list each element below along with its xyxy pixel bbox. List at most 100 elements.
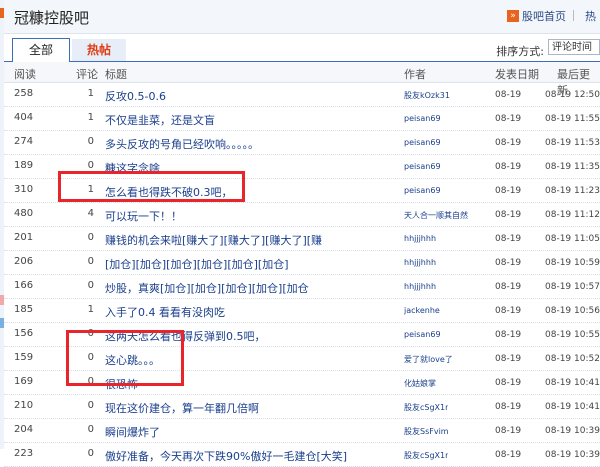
post-date: 08-19	[495, 258, 522, 268]
post-date: 08-19	[495, 210, 522, 220]
reply-count: 0	[87, 424, 94, 435]
author-link[interactable]: peisan69	[404, 114, 441, 123]
author-link[interactable]: peisan69	[404, 186, 441, 195]
table-row: 404 1 不仅是韭菜，还是文盲 peisan69 08-19 08-19 11:55	[4, 107, 600, 131]
forum-title: 冠糠控股吧	[14, 9, 90, 27]
post-date: 08-19	[495, 186, 522, 196]
reply-count-read: 159	[14, 352, 34, 363]
forum-header: 冠糠控股吧 » 股吧首页 热	[4, 0, 600, 34]
post-date: 08-19	[495, 138, 522, 148]
last-update-time: 08-19 10:52	[545, 354, 600, 364]
table-row: 166 0 炒股，真爽[加仓][加仓][加仓][加仓][加仓 hhjjjhhh 08-1…	[4, 275, 600, 299]
author-link[interactable]: 天人合一顺其自然	[404, 210, 468, 221]
author-link[interactable]: hhjjjhhh	[404, 282, 436, 291]
post-title-link[interactable]: 入手了0.4 看看有没肉吃	[105, 304, 225, 320]
author-link[interactable]: 股友cSgX1r	[404, 450, 448, 461]
reply-count-read: 404	[14, 112, 34, 123]
author-link[interactable]: hhjjjhhh	[404, 258, 436, 267]
post-date: 08-19	[495, 426, 522, 436]
last-update-time: 08-19 11:23	[545, 186, 600, 196]
post-date: 08-19	[495, 162, 522, 172]
last-update-time: 08-19 11:55	[545, 114, 600, 124]
reply-count: 0	[87, 136, 94, 147]
post-title-link[interactable]: 瞬间爆炸了	[105, 424, 160, 440]
author-link[interactable]: peisan69	[404, 138, 441, 147]
last-update-time: 08-19 10:39	[545, 426, 600, 436]
last-update-time: 08-19 10:39	[545, 450, 600, 460]
sort-select[interactable]: 评论时间	[548, 39, 600, 55]
post-date: 08-19	[495, 450, 522, 460]
reply-count: 0	[87, 256, 94, 267]
post-date: 08-19	[495, 282, 522, 292]
table-row: 223 0 傲好准备，今天再次下跌90%傲好一毛建仓[大笑] 股友cSgX1r 08-1…	[4, 443, 600, 467]
table-row: 274 0 多头反攻的号角已经吹响。。。。。 peisan69 08-19 08-19 1…	[4, 131, 600, 155]
column-header-title: 标题	[105, 68, 127, 81]
reply-count-read: 185	[14, 304, 34, 315]
post-list: 258 1 反攻0.5-0.6 股友kOzk31 08-19 08-19 12:50 404…	[4, 83, 600, 467]
post-date: 08-19	[495, 330, 522, 340]
reply-count-read: 189	[14, 160, 34, 171]
column-header-date: 发表日期	[495, 68, 539, 81]
author-link[interactable]: 股友cSgX1r	[404, 402, 448, 413]
forum-home-link[interactable]: » 股吧首页	[507, 8, 566, 24]
author-link[interactable]: hhjjjhhh	[404, 234, 436, 243]
reply-count: 1	[87, 304, 94, 315]
post-title-link[interactable]: 现在这价建仓，算一年翻几倍啊	[105, 400, 259, 416]
reply-count-read: 169	[14, 376, 34, 387]
home-arrow-icon: »	[507, 10, 519, 22]
post-title-link[interactable]: 可以玩一下！！	[105, 208, 182, 224]
tab-hot-posts[interactable]: 热帖	[72, 39, 126, 61]
last-update-time: 08-19 12:50	[545, 90, 600, 100]
last-update-time: 08-19 11:35	[545, 162, 600, 172]
reply-count: 0	[87, 232, 94, 243]
header-hot-link[interactable]: 热	[585, 8, 596, 24]
post-title-link[interactable]: 傲好准备，今天再次下跌90%傲好一毛建仓[大笑]	[105, 448, 347, 464]
author-link[interactable]: 股友SsFvim	[404, 426, 449, 437]
post-title-link[interactable]: [加仓][加仓][加仓][加仓][加仓][加仓]	[105, 256, 289, 272]
reply-count-read: 258	[14, 88, 34, 99]
sort-label: 排序方式:	[496, 45, 544, 58]
highlight-box	[66, 330, 184, 386]
column-header-read: 阅读	[14, 68, 36, 81]
reply-count: 0	[87, 448, 94, 459]
last-update-time: 08-19 11:05	[545, 234, 600, 244]
post-title-link[interactable]: 赚钱的机会来啦[赚大了][赚大了][赚大了][赚	[105, 232, 322, 248]
post-title-link[interactable]: 炒股，真爽[加仓][加仓][加仓][加仓][加仓	[105, 280, 309, 296]
author-link[interactable]: 爱了就love了	[404, 354, 453, 365]
author-link[interactable]: 化姑娘掌	[404, 378, 436, 389]
post-date: 08-19	[495, 234, 522, 244]
reply-count-read: 223	[14, 448, 34, 459]
column-header-reply: 评论	[76, 68, 98, 81]
reply-count-read: 210	[14, 400, 34, 411]
reply-count-read: 310	[14, 184, 34, 195]
reply-count: 1	[87, 112, 94, 123]
column-header-author: 作者	[404, 68, 426, 81]
tab-bar: 全部 热帖 排序方式: 评论时间	[4, 34, 600, 63]
author-link[interactable]: peisan69	[404, 162, 441, 171]
last-update-time: 08-19 11:53	[545, 138, 600, 148]
post-title-link[interactable]: 多头反攻的号角已经吹响。。。。。	[105, 136, 259, 152]
reply-count-read: 201	[14, 232, 34, 243]
reply-count: 0	[87, 280, 94, 291]
divider	[573, 10, 574, 21]
last-update-time: 08-19 10:41	[545, 378, 600, 388]
table-row: 480 4 可以玩一下！！ 天人合一顺其自然 08-19 08-19 11:12	[4, 203, 600, 227]
reply-count-read: 204	[14, 424, 34, 435]
reply-count-read: 206	[14, 256, 34, 267]
table-row: 210 0 现在这价建仓，算一年翻几倍啊 股友cSgX1r 08-19 08-19 10:…	[4, 395, 600, 419]
tab-all[interactable]: 全部	[12, 38, 70, 63]
post-title-link[interactable]: 反攻0.5-0.6	[105, 88, 166, 104]
author-link[interactable]: jackenhe	[404, 306, 440, 315]
table-row: 206 0 [加仓][加仓][加仓][加仓][加仓][加仓] hhjjjhhh 08-1…	[4, 251, 600, 275]
reply-count-read: 274	[14, 136, 34, 147]
author-link[interactable]: 股友kOzk31	[404, 90, 450, 101]
post-title-link[interactable]: 不仅是韭菜，还是文盲	[105, 112, 215, 128]
post-date: 08-19	[495, 114, 522, 124]
post-date: 08-19	[495, 378, 522, 388]
post-date: 08-19	[495, 306, 522, 316]
author-link[interactable]: peisan69	[404, 330, 441, 339]
last-update-time: 08-19 10:56	[545, 306, 600, 316]
reply-count: 0	[87, 400, 94, 411]
table-row: 185 1 入手了0.4 看看有没肉吃 jackenhe 08-19 08-19 10:5…	[4, 299, 600, 323]
post-date: 08-19	[495, 402, 522, 412]
